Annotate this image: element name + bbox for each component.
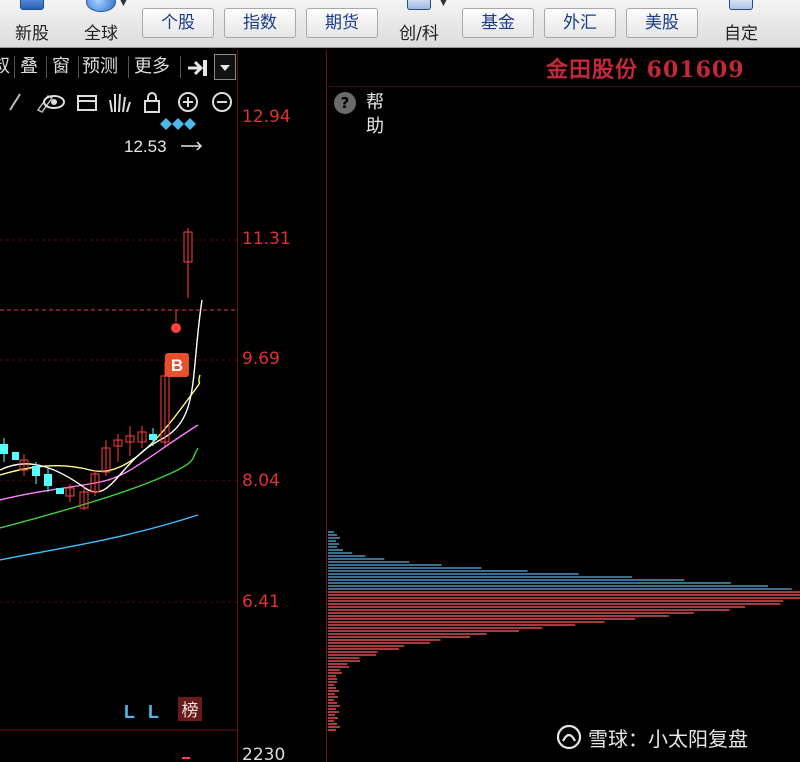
price-grid <box>0 239 237 603</box>
kline-chart: B 12.53 L L 榜 <box>0 118 800 759</box>
candle <box>56 488 64 494</box>
price-label: 8.04 <box>242 471 280 491</box>
arrow-right-icon <box>181 141 203 151</box>
l-marker-1: L <box>124 702 135 722</box>
price-label: 12.94 <box>242 107 291 127</box>
l-marker-2: L <box>148 702 159 722</box>
candle <box>149 434 157 440</box>
snowball-logo-icon <box>556 724 582 750</box>
price-label: 11.31 <box>242 229 291 249</box>
price-label: 6.41 <box>242 592 280 612</box>
high-price-marker: 12.53 <box>124 137 167 156</box>
candle <box>44 474 52 486</box>
chip-distribution <box>328 531 800 731</box>
price-label: 9.69 <box>242 349 280 369</box>
ma-cyan-line <box>0 514 199 561</box>
moving-averages <box>0 299 203 561</box>
volume-axis-label: 2230 <box>242 745 286 762</box>
signal-dot <box>171 323 181 333</box>
candle <box>32 466 40 476</box>
rank-marker[interactable]: 榜 <box>182 701 199 721</box>
ma-yellow-line <box>0 374 201 476</box>
diamond-markers <box>160 118 196 130</box>
buy-marker-text: B <box>171 356 183 375</box>
watermark-text: 雪球：小太阳复盘 <box>588 727 748 751</box>
candle <box>12 452 19 460</box>
candle <box>0 444 8 454</box>
